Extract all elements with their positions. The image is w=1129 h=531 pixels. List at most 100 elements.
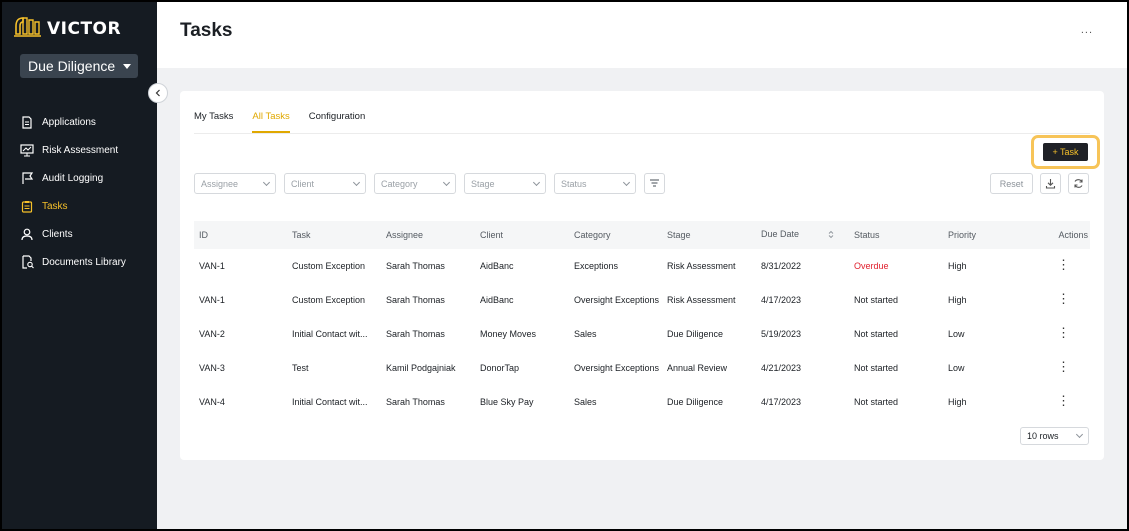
tab-my-tasks[interactable]: My Tasks	[194, 111, 233, 133]
rows-per-page-select[interactable]: 10 rows	[1020, 427, 1089, 445]
cell-stage: Due Diligence	[667, 328, 724, 339]
category-filter[interactable]: Category	[374, 173, 456, 194]
column-header-client[interactable]: Client	[475, 221, 569, 249]
cell-due-date: 4/21/2023	[761, 362, 802, 373]
cell-client: DonorTap	[480, 362, 520, 373]
assignee-filter[interactable]: Assignee	[194, 173, 276, 194]
column-header-task[interactable]: Task	[287, 221, 381, 249]
cell-task: Custom Exception	[292, 260, 366, 271]
download-button[interactable]	[1040, 173, 1061, 194]
cell-status: Not started	[854, 396, 899, 407]
cell-stage: Risk Assessment	[667, 294, 736, 305]
product-select[interactable]: Due Diligence	[20, 54, 138, 78]
logo[interactable]: VICTOR	[13, 14, 121, 43]
rows-per-page-value: 10 rows	[1027, 431, 1059, 441]
tab-configuration[interactable]: Configuration	[309, 111, 366, 133]
column-header-id[interactable]: ID	[194, 221, 287, 249]
cell-assignee: Sarah Thomas	[386, 328, 445, 339]
client-filter[interactable]: Client	[284, 173, 366, 194]
column-header-priority[interactable]: Priority	[943, 221, 1023, 249]
advanced-filter-button[interactable]	[644, 173, 665, 194]
sidebar-item-label: Documents Library	[42, 256, 126, 268]
table-row[interactable]: VAN-1 Custom Exception Sarah Thomas AidB…	[194, 283, 1090, 317]
filter-placeholder: Category	[381, 178, 418, 189]
refresh-icon	[1074, 179, 1083, 188]
tab-all-tasks[interactable]: All Tasks	[252, 111, 290, 133]
sidebar-item-risk-assessment[interactable]: Risk Assessment	[20, 136, 126, 164]
document-icon	[20, 115, 34, 129]
sidebar-item-documents-library[interactable]: Documents Library	[20, 248, 126, 276]
sidebar-item-label: Risk Assessment	[42, 144, 119, 156]
cell-task: Initial Contact wit...	[292, 396, 368, 407]
tasks-table: ID Task Assignee Client Category Stage D…	[194, 221, 1090, 419]
cell-client: AidBanc	[480, 260, 514, 271]
add-task-highlight: + Task	[1031, 135, 1100, 169]
cell-assignee: Kamil Podgajniak	[386, 362, 456, 373]
cell-actions: ⋮	[1023, 351, 1090, 385]
filter-icon	[650, 178, 659, 187]
column-header-stage[interactable]: Stage	[662, 221, 756, 249]
status-filter[interactable]: Status	[554, 173, 636, 194]
app-frame: VICTOR Due Diligence Applications Risk A…	[0, 0, 1129, 531]
column-header-status[interactable]: Status	[849, 221, 943, 249]
cell-id: VAN-4	[199, 396, 225, 407]
cell-status: Overdue	[854, 260, 889, 271]
add-task-button[interactable]: + Task	[1043, 143, 1088, 161]
kebab-menu-icon[interactable]: ⋮	[1057, 258, 1070, 271]
cell-priority: Low	[948, 362, 965, 373]
logo-text: VICTOR	[47, 18, 122, 39]
cell-category: Sales	[574, 328, 597, 339]
cell-client: Blue Sky Pay	[480, 396, 534, 407]
column-header-assignee[interactable]: Assignee	[381, 221, 475, 249]
cell-client: Money Moves	[480, 328, 537, 339]
kebab-menu-icon[interactable]: ⋮	[1057, 292, 1070, 305]
more-options-button[interactable]: ...	[1081, 24, 1093, 36]
sidebar-item-audit-logging[interactable]: Audit Logging	[20, 164, 126, 192]
chevron-left-icon	[155, 89, 160, 97]
cell-assignee: Sarah Thomas	[386, 294, 445, 305]
tab-bar: My Tasks All Tasks Configuration	[194, 111, 365, 133]
kebab-menu-icon[interactable]: ⋮	[1057, 394, 1070, 407]
sidebar-item-clients[interactable]: Clients	[20, 220, 126, 248]
page-title: Tasks	[180, 20, 233, 41]
column-header-actions: Actions	[1058, 230, 1088, 240]
sidebar-item-applications[interactable]: Applications	[20, 108, 126, 136]
cell-priority: High	[948, 396, 967, 407]
cell-assignee: Sarah Thomas	[386, 396, 445, 407]
cell-actions: ⋮	[1023, 385, 1090, 419]
sort-icon[interactable]	[828, 230, 834, 241]
cell-actions: ⋮	[1023, 283, 1090, 317]
cell-task: Initial Contact wit...	[292, 328, 368, 339]
column-header-due-date[interactable]: Due Date	[756, 221, 849, 249]
column-header-category[interactable]: Category	[569, 221, 662, 249]
cell-due-date: 8/31/2022	[761, 260, 802, 271]
refresh-button[interactable]	[1068, 173, 1089, 194]
sidebar-item-tasks[interactable]: Tasks	[20, 192, 126, 220]
clipboard-icon	[20, 199, 34, 213]
column-header-label: Due Date	[761, 229, 800, 240]
cell-actions: ⋮	[1023, 249, 1090, 283]
table-row[interactable]: VAN-1 Custom Exception Sarah Thomas AidB…	[194, 249, 1090, 283]
table-header-row: ID Task Assignee Client Category Stage D…	[194, 221, 1090, 249]
cell-category: Sales	[574, 396, 597, 407]
cell-stage: Due Diligence	[667, 396, 724, 407]
table-row[interactable]: VAN-2 Initial Contact wit... Sarah Thoma…	[194, 317, 1090, 351]
chevron-down-icon	[262, 178, 271, 186]
chevron-down-icon	[352, 178, 361, 186]
cell-priority: High	[948, 260, 967, 271]
cell-id: VAN-3	[199, 362, 225, 373]
kebab-menu-icon[interactable]: ⋮	[1057, 326, 1070, 339]
cell-id: VAN-1	[199, 294, 225, 305]
kebab-menu-icon[interactable]: ⋮	[1057, 360, 1070, 373]
caret-down-icon	[123, 63, 132, 69]
sidebar-collapse-button[interactable]	[148, 83, 168, 103]
stage-filter[interactable]: Stage	[464, 173, 546, 194]
cell-assignee: Sarah Thomas	[386, 260, 445, 271]
table-row[interactable]: VAN-4 Initial Contact wit... Sarah Thoma…	[194, 385, 1090, 419]
table-row[interactable]: VAN-3 Test Kamil Podgajniak DonorTap Ove…	[194, 351, 1090, 385]
cell-category: Oversight Exceptions	[574, 362, 660, 373]
logo-icon	[13, 14, 43, 43]
reset-button[interactable]: Reset	[990, 173, 1033, 194]
cell-task: Custom Exception	[292, 294, 366, 305]
filter-placeholder: Assignee	[201, 178, 239, 189]
